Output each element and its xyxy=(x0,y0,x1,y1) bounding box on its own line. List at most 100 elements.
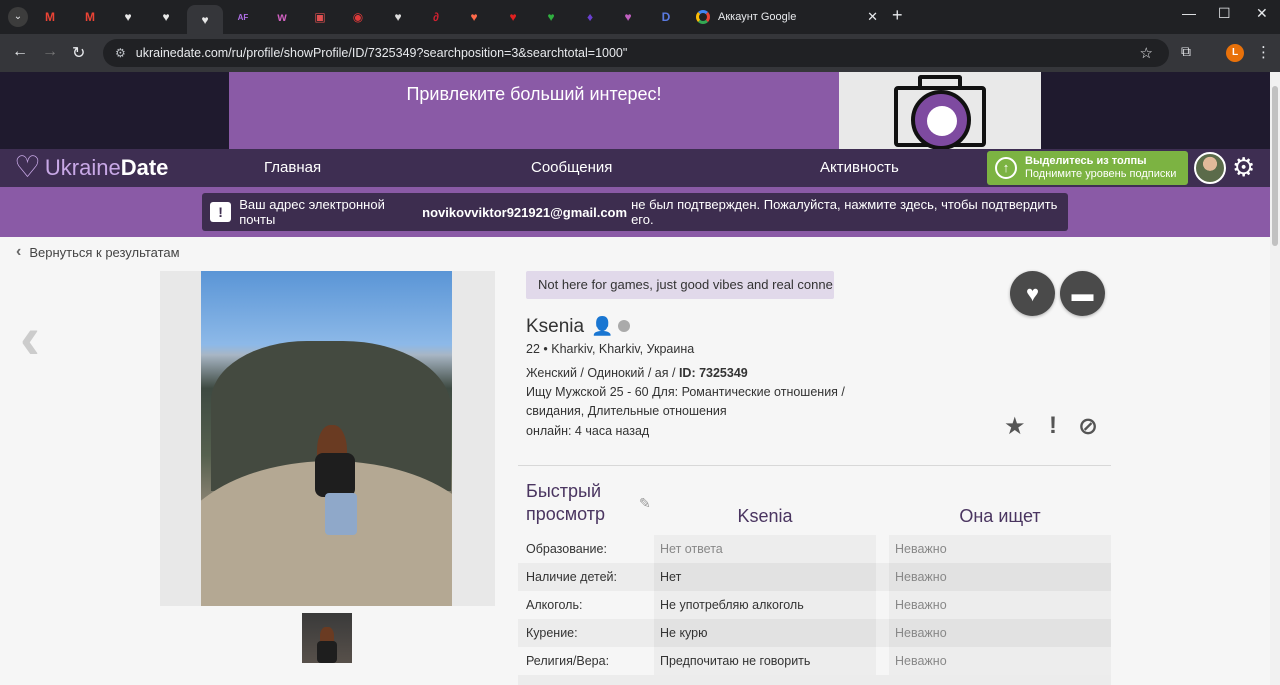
back-to-results-label: Вернуться к результатам xyxy=(29,244,180,260)
message-button[interactable]: ▬ xyxy=(1060,271,1105,316)
profile-id: ID: 7325349 xyxy=(678,366,748,380)
back-to-results-link[interactable]: ‹ Вернуться к результатам xyxy=(16,243,180,261)
tab-lips[interactable]: ◉ xyxy=(340,5,376,29)
previous-profile-arrow-icon[interactable]: ‹ xyxy=(20,308,40,368)
ad-camera-image[interactable] xyxy=(839,72,1041,150)
ww-icon: ᴡ xyxy=(277,10,287,24)
row-wants: Неважно xyxy=(889,535,1111,563)
alert-icon: ! xyxy=(210,202,232,222)
tab-af[interactable]: AF xyxy=(225,5,261,29)
favorite-star-icon[interactable]: ★ xyxy=(1004,412,1026,441)
tab-gmail-2[interactable]: M xyxy=(72,5,108,29)
profile-location: 22 • Kharkiv, Kharkiv, Украина xyxy=(526,342,695,356)
verify-text-after: не был подтвержден. Пожалуйста, нажмите … xyxy=(631,197,1058,227)
profile-name: Ksenia xyxy=(526,316,585,337)
row-label: Алкоголь: xyxy=(526,598,583,612)
tab-heart-2[interactable]: ♥ xyxy=(148,5,184,29)
back-arrow-icon[interactable]: ← xyxy=(12,43,28,61)
tab-leaf[interactable]: ♥ xyxy=(533,5,569,29)
bookmark-star-icon[interactable]: ☆ xyxy=(1140,44,1153,62)
minimize-icon[interactable]: — xyxy=(1182,5,1196,21)
chevron-left-icon: ‹ xyxy=(16,243,22,260)
table-row: Наличие детей: Нет Неважно xyxy=(518,563,1111,591)
row-value: Не курю xyxy=(654,619,876,647)
browser-tabstrip: ⌄ M M ♥ ♥ ♥ AF ᴡ ▣ ◉ ♥ ∂ ♥ ♥ ♥ ♦ ♥ D Акк… xyxy=(0,0,1280,34)
profile-online: онлайн: 4 часа назад xyxy=(526,424,650,438)
report-exclamation-icon[interactable]: ! xyxy=(1049,412,1057,440)
row-value: Предпочитаю не говорить xyxy=(654,647,876,675)
photo-person-body xyxy=(315,453,355,497)
tab-google-account[interactable]: Аккаунт Google ✕ xyxy=(688,5,886,29)
extensions-icon[interactable]: ⧉ xyxy=(1181,43,1191,60)
profile-photo-frame xyxy=(160,271,495,606)
like-button[interactable]: ♥ xyxy=(1010,271,1055,316)
ad-text-area[interactable]: Привлеките больший интерес! xyxy=(229,72,839,149)
browser-profile-avatar[interactable]: L xyxy=(1226,44,1244,62)
tab-bolt[interactable]: ♦ xyxy=(572,5,608,29)
row-value: Нет xyxy=(654,563,876,591)
d-icon: D xyxy=(661,10,671,24)
reload-icon[interactable]: ↻ xyxy=(72,43,85,63)
heart-outline-icon: ♥ xyxy=(124,10,132,24)
tab-heart-purple[interactable]: ♥ xyxy=(610,5,646,29)
profile-photo[interactable] xyxy=(201,271,452,606)
tab-heart-shield[interactable]: ♥ xyxy=(380,5,416,29)
photo-person-legs xyxy=(325,493,357,535)
tab-swirl[interactable]: ∂ xyxy=(418,5,454,29)
tab-d[interactable]: D xyxy=(648,5,684,29)
email-verify-message[interactable]: ! Ваш адрес электронной почты novikovvik… xyxy=(202,193,1068,231)
pencil-icon[interactable]: ✎ xyxy=(639,495,651,512)
ad-banner[interactable]: Привлеките больший интерес! xyxy=(0,72,1270,150)
online-status-dot xyxy=(618,320,630,332)
nav-messages[interactable]: Сообщения xyxy=(531,159,612,176)
tab-search-menu-icon[interactable]: ⌄ xyxy=(8,7,28,27)
tab-heart-1[interactable]: ♥ xyxy=(110,5,146,29)
heart-icon: ♥ xyxy=(1025,281,1040,306)
tab-gmail-1[interactable]: M xyxy=(32,5,68,29)
profile-seeking: Ищу Мужской 25 - 60 Для: Романтические о… xyxy=(526,385,845,418)
quick-view-col-self: Ksenia xyxy=(737,506,793,526)
gmail-icon: M xyxy=(85,10,95,24)
new-tab-button[interactable]: + xyxy=(892,5,903,26)
maximize-icon[interactable]: ☐ xyxy=(1218,5,1231,22)
quick-view-title: Быстрый просмотр xyxy=(526,481,606,524)
row-wants: Неважно xyxy=(889,591,1111,619)
bolt-icon: ♦ xyxy=(586,10,594,24)
url-text[interactable]: ukrainedate.com/ru/profile/showProfile/I… xyxy=(136,46,628,60)
row-label: Курение: xyxy=(526,626,578,640)
block-icon[interactable]: ⊘ xyxy=(1078,412,1098,441)
row-wants: Неважно xyxy=(889,647,1111,675)
heart-purple-icon: ♥ xyxy=(624,10,632,24)
logo-text-ukraine: Ukraine xyxy=(44,155,121,180)
photo-thumbnail[interactable] xyxy=(302,613,352,663)
af-icon: AF xyxy=(237,12,249,22)
email-verify-banner: ! Ваш адрес электронной почты novikovvik… xyxy=(0,187,1270,237)
scrollbar-thumb[interactable] xyxy=(1272,86,1278,246)
row-label: Образование: xyxy=(526,542,607,556)
nav-activity[interactable]: Активность xyxy=(820,159,899,176)
site-settings-icon[interactable]: ⚙ xyxy=(115,46,126,60)
profile-gender: Женский / Одинокий / ая / xyxy=(526,366,676,380)
site-logo[interactable]: ♡ Ukraine Date xyxy=(14,151,168,185)
row-wants: Неважно xyxy=(889,619,1111,647)
gear-icon[interactable]: ⚙ xyxy=(1232,152,1255,182)
address-bar[interactable]: ⚙ ukrainedate.com/ru/profile/showProfile… xyxy=(103,39,1169,67)
tab-card[interactable]: ▣ xyxy=(302,5,338,29)
close-tab-icon[interactable]: ✕ xyxy=(867,9,878,25)
tab-heart-orange[interactable]: ♥ xyxy=(456,5,492,29)
tab-heart-box[interactable]: ♥ xyxy=(495,5,531,29)
gmail-icon: M xyxy=(45,10,55,24)
upgrade-subtitle: Поднимите уровень подписки xyxy=(1025,168,1177,180)
leaf-icon: ♥ xyxy=(547,10,555,24)
user-avatar[interactable] xyxy=(1194,152,1226,184)
browser-menu-icon[interactable]: ⋮ xyxy=(1256,43,1271,61)
tab-heart-3[interactable]: ♥ xyxy=(187,5,223,34)
arrow-up-icon: ↑ xyxy=(995,157,1017,179)
nav-home[interactable]: Главная xyxy=(264,159,321,176)
upgrade-button[interactable]: ↑ Выделитесь из толпы Поднимите уровень … xyxy=(987,151,1188,185)
tab-ww[interactable]: ᴡ xyxy=(264,5,300,29)
swirl-icon: ∂ xyxy=(433,10,439,24)
forward-arrow-icon[interactable]: → xyxy=(42,43,58,61)
close-window-icon[interactable]: ✕ xyxy=(1256,5,1268,22)
page-scrollbar[interactable] xyxy=(1270,72,1280,685)
